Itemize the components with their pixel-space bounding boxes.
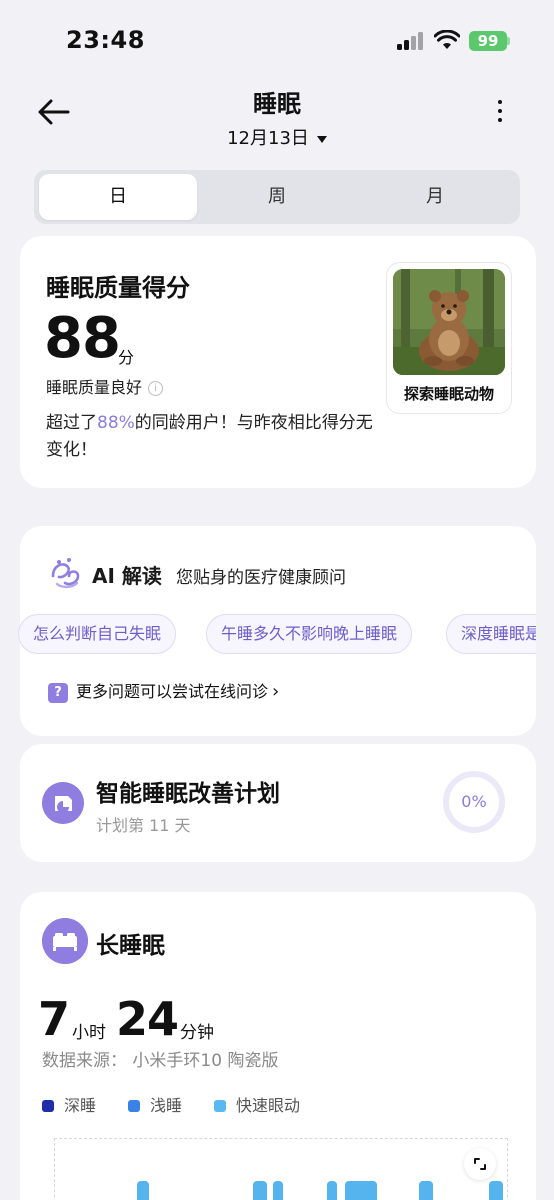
long-sleep-title: 长睡眠: [96, 933, 165, 959]
duration-minutes-unit: 分钟: [180, 1023, 214, 1043]
tab-week[interactable]: 周: [198, 174, 356, 220]
sleep-plan-card[interactable]: 智能睡眠改善计划 计划第 11 天 0%: [20, 744, 536, 862]
legend-label: 浅睡: [150, 1096, 183, 1115]
plan-progress-label: 0%: [461, 792, 487, 811]
period-tabs: 日 周 月: [34, 170, 520, 224]
score-desc-percent: 88%: [97, 413, 135, 433]
legend-item: 深睡: [42, 1092, 96, 1116]
expand-icon[interactable]: [464, 1148, 496, 1180]
sleep-stage-bar: [345, 1181, 377, 1200]
date-label: 12月13日: [227, 128, 309, 149]
legend-item: 快速眼动: [214, 1092, 300, 1116]
sleep-stage-bar: [489, 1181, 503, 1200]
score-description: 超过了88%的同龄用户！与昨夜相比得分无变化！: [46, 410, 376, 464]
status-bar: 23:48 99: [0, 0, 554, 80]
score-desc-prefix: 超过了: [46, 413, 97, 433]
ai-interpretation-card: AI 解读 您贴身的医疗健康顾问 怎么判断自己失眠 午睡多久不影响晚上睡眠 深度…: [18, 526, 536, 736]
sleep-stage-chart: [54, 1138, 508, 1200]
status-time: 23:48: [66, 26, 145, 54]
chevron-right-icon: ›: [272, 681, 280, 702]
info-icon[interactable]: i: [148, 381, 164, 396]
explore-animal-label: 探索睡眠动物: [403, 385, 494, 403]
legend-item: 浅睡: [128, 1092, 182, 1116]
data-source: 数据来源： 小米手环10 陶瓷版: [42, 1051, 279, 1071]
legend-swatch: [128, 1100, 140, 1112]
question-chip[interactable]: 深度睡眠是: [446, 614, 536, 654]
more-options-icon[interactable]: [492, 98, 508, 128]
legend-label: 快速眼动: [236, 1096, 301, 1115]
plan-day: 计划第 11 天: [96, 816, 191, 835]
question-chip[interactable]: 怎么判断自己失眠: [18, 614, 177, 654]
duration-hours: 7: [38, 992, 70, 1046]
sleep-stage-bar: [419, 1181, 433, 1200]
online-consult-link[interactable]: ? 更多问题可以尝试在线问诊 ›: [48, 678, 279, 703]
chip-row: 怎么判断自己失眠 午睡多久不影响晚上睡眠 深度睡眠是: [18, 526, 536, 736]
score-title: 睡眠质量得分: [46, 274, 190, 302]
caret-down-icon: [316, 135, 327, 143]
question-icon: ?: [48, 682, 68, 703]
question-chip[interactable]: 午睡多久不影响晚上睡眠: [206, 614, 413, 654]
sleep-stage-bar: [137, 1181, 149, 1200]
date-picker[interactable]: 12月13日: [0, 124, 554, 150]
bear-illustration: [393, 269, 505, 375]
wifi-icon: [434, 30, 460, 49]
duration-minutes: 24: [116, 992, 179, 1046]
plan-title: 智能睡眠改善计划: [96, 781, 280, 807]
score-unit: 分: [118, 348, 135, 367]
cellular-signal-icon: [397, 32, 425, 50]
sleep-stage-bar: [327, 1181, 337, 1200]
sleep-stage-bar: [253, 1181, 267, 1200]
tab-day[interactable]: 日: [39, 174, 197, 220]
tab-month[interactable]: 月: [356, 174, 514, 220]
score-level: 睡眠质量良好 i: [46, 374, 164, 398]
score-value: 88: [44, 306, 121, 371]
score-level-text: 睡眠质量良好: [46, 378, 143, 397]
sleep-stage-bar: [273, 1181, 283, 1200]
legend-swatch: [214, 1100, 226, 1112]
online-consult-label: 更多问题可以尝试在线问诊: [76, 682, 269, 701]
long-sleep-card: 长睡眠 7 小时 24 分钟 数据来源： 小米手环10 陶瓷版 深睡 浅睡 快速…: [20, 892, 536, 1200]
page-title: 睡眠: [253, 90, 301, 118]
sleep-score-card[interactable]: 睡眠质量得分 88 分 睡眠质量良好 i 超过了88%的同龄用户！与昨夜相比得分无…: [20, 236, 536, 488]
duration-hours-unit: 小时: [72, 1023, 106, 1043]
sleep-animal-card[interactable]: 探索睡眠动物: [386, 262, 512, 414]
battery-tip: [507, 37, 510, 45]
plan-icon: [42, 782, 84, 824]
legend-label: 深睡: [64, 1096, 97, 1115]
battery-indicator: 99: [469, 31, 507, 51]
legend-swatch: [42, 1100, 54, 1112]
bed-icon: [42, 918, 88, 964]
